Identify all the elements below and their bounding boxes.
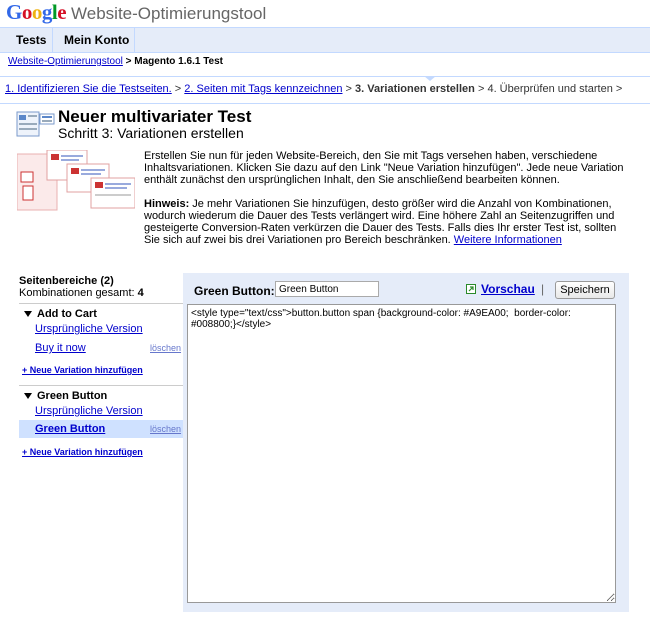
step-arrow: > (615, 83, 623, 95)
variation-original-link[interactable]: Ursprüngliche Version (35, 405, 143, 417)
section-title: Green Button (37, 390, 108, 402)
logo-letter: o (31, 0, 43, 24)
logo-letter: g (41, 0, 53, 24)
sections-heading: Seitenbereiche (2) (19, 275, 114, 287)
external-window-icon (466, 284, 476, 294)
step-3-current: 3. Variationen erstellen (355, 83, 475, 95)
section-title: Add to Cart (37, 308, 97, 320)
logo-wordmark: Google (6, 0, 67, 25)
logo-letter: G (6, 0, 22, 24)
intro-text: Erstellen Sie nun für jeden Website-Bere… (144, 150, 624, 186)
variation-buy-it-now-link[interactable]: Buy it now (35, 342, 86, 354)
step-4-label: 4. Überprüfen und starten (487, 83, 613, 95)
variation-name-label: Green Button: (194, 284, 275, 298)
current-step-indicator (424, 76, 436, 81)
add-variation-link[interactable]: + Neue Variation hinzufügen (22, 365, 143, 375)
variation-green-button-link[interactable]: Green Button (35, 423, 105, 435)
product-name: Website-Optimierungstool (71, 4, 267, 23)
divider (19, 303, 183, 304)
delete-variation-link[interactable]: löschen (150, 424, 181, 434)
breadcrumb-current: Magento 1.6.1 Test (134, 56, 224, 67)
tab-divider (134, 28, 135, 52)
step-arrow: > (345, 83, 352, 95)
section-add-to-cart[interactable]: Add to Cart (24, 308, 97, 320)
page-title: Neuer multivariater Test (58, 107, 252, 126)
google-logo: Google Website-Optimierungstool (6, 0, 267, 25)
variations-illustration (17, 150, 135, 211)
preview-link[interactable]: Vorschau (481, 282, 535, 296)
sections-summary: Seitenbereiche (2) Kombinationen gesamt:… (19, 275, 144, 299)
logo-letter: e (57, 0, 67, 24)
add-variation-link[interactable]: + Neue Variation hinzufügen (22, 447, 143, 457)
top-nav: Tests Mein Konto (0, 27, 650, 53)
save-button[interactable]: Speichern (555, 281, 615, 299)
step-1-link[interactable]: 1. Identifizieren Sie die Testseiten. (5, 83, 172, 95)
divider (19, 385, 183, 386)
step-2-link[interactable]: 2. Seiten mit Tags kennzeichnen (184, 83, 342, 95)
variation-code-editor[interactable]: <style type="text/css">button.button spa… (187, 304, 616, 603)
collapse-triangle-icon (24, 311, 32, 317)
tab-my-account[interactable]: Mein Konto (64, 33, 129, 47)
breadcrumb-separator: > (125, 56, 132, 67)
multivariate-test-icon (16, 111, 55, 137)
more-info-link[interactable]: Weitere Informationen (454, 234, 562, 246)
tab-tests[interactable]: Tests (16, 33, 46, 47)
toolbar-separator: | (541, 282, 545, 296)
collapse-triangle-icon (24, 393, 32, 399)
step-arrow: > (477, 83, 485, 95)
page-subtitle: Schritt 3: Variationen erstellen (58, 125, 244, 141)
breadcrumb: Website-Optimierungstool > Magento 1.6.1… (8, 56, 223, 67)
breadcrumb-root-link[interactable]: Website-Optimierungstool (8, 56, 123, 67)
combinations-value: 4 (137, 287, 144, 299)
variation-original-link[interactable]: Ursprüngliche Version (35, 323, 143, 335)
wizard-steps: 1. Identifizieren Sie die Testseiten. > … (0, 76, 650, 104)
delete-variation-link[interactable]: löschen (150, 343, 181, 353)
step-arrow: > (174, 83, 182, 95)
tab-divider (52, 28, 53, 52)
combinations-label: Kombinationen gesamt: (19, 287, 135, 299)
logo-letter: o (21, 0, 33, 24)
variation-name-input[interactable] (275, 281, 379, 297)
hint-paragraph: Hinweis: Je mehr Variationen Sie hinzufü… (144, 198, 628, 246)
section-green-button[interactable]: Green Button (24, 390, 107, 402)
hint-label: Hinweis: (144, 198, 190, 210)
